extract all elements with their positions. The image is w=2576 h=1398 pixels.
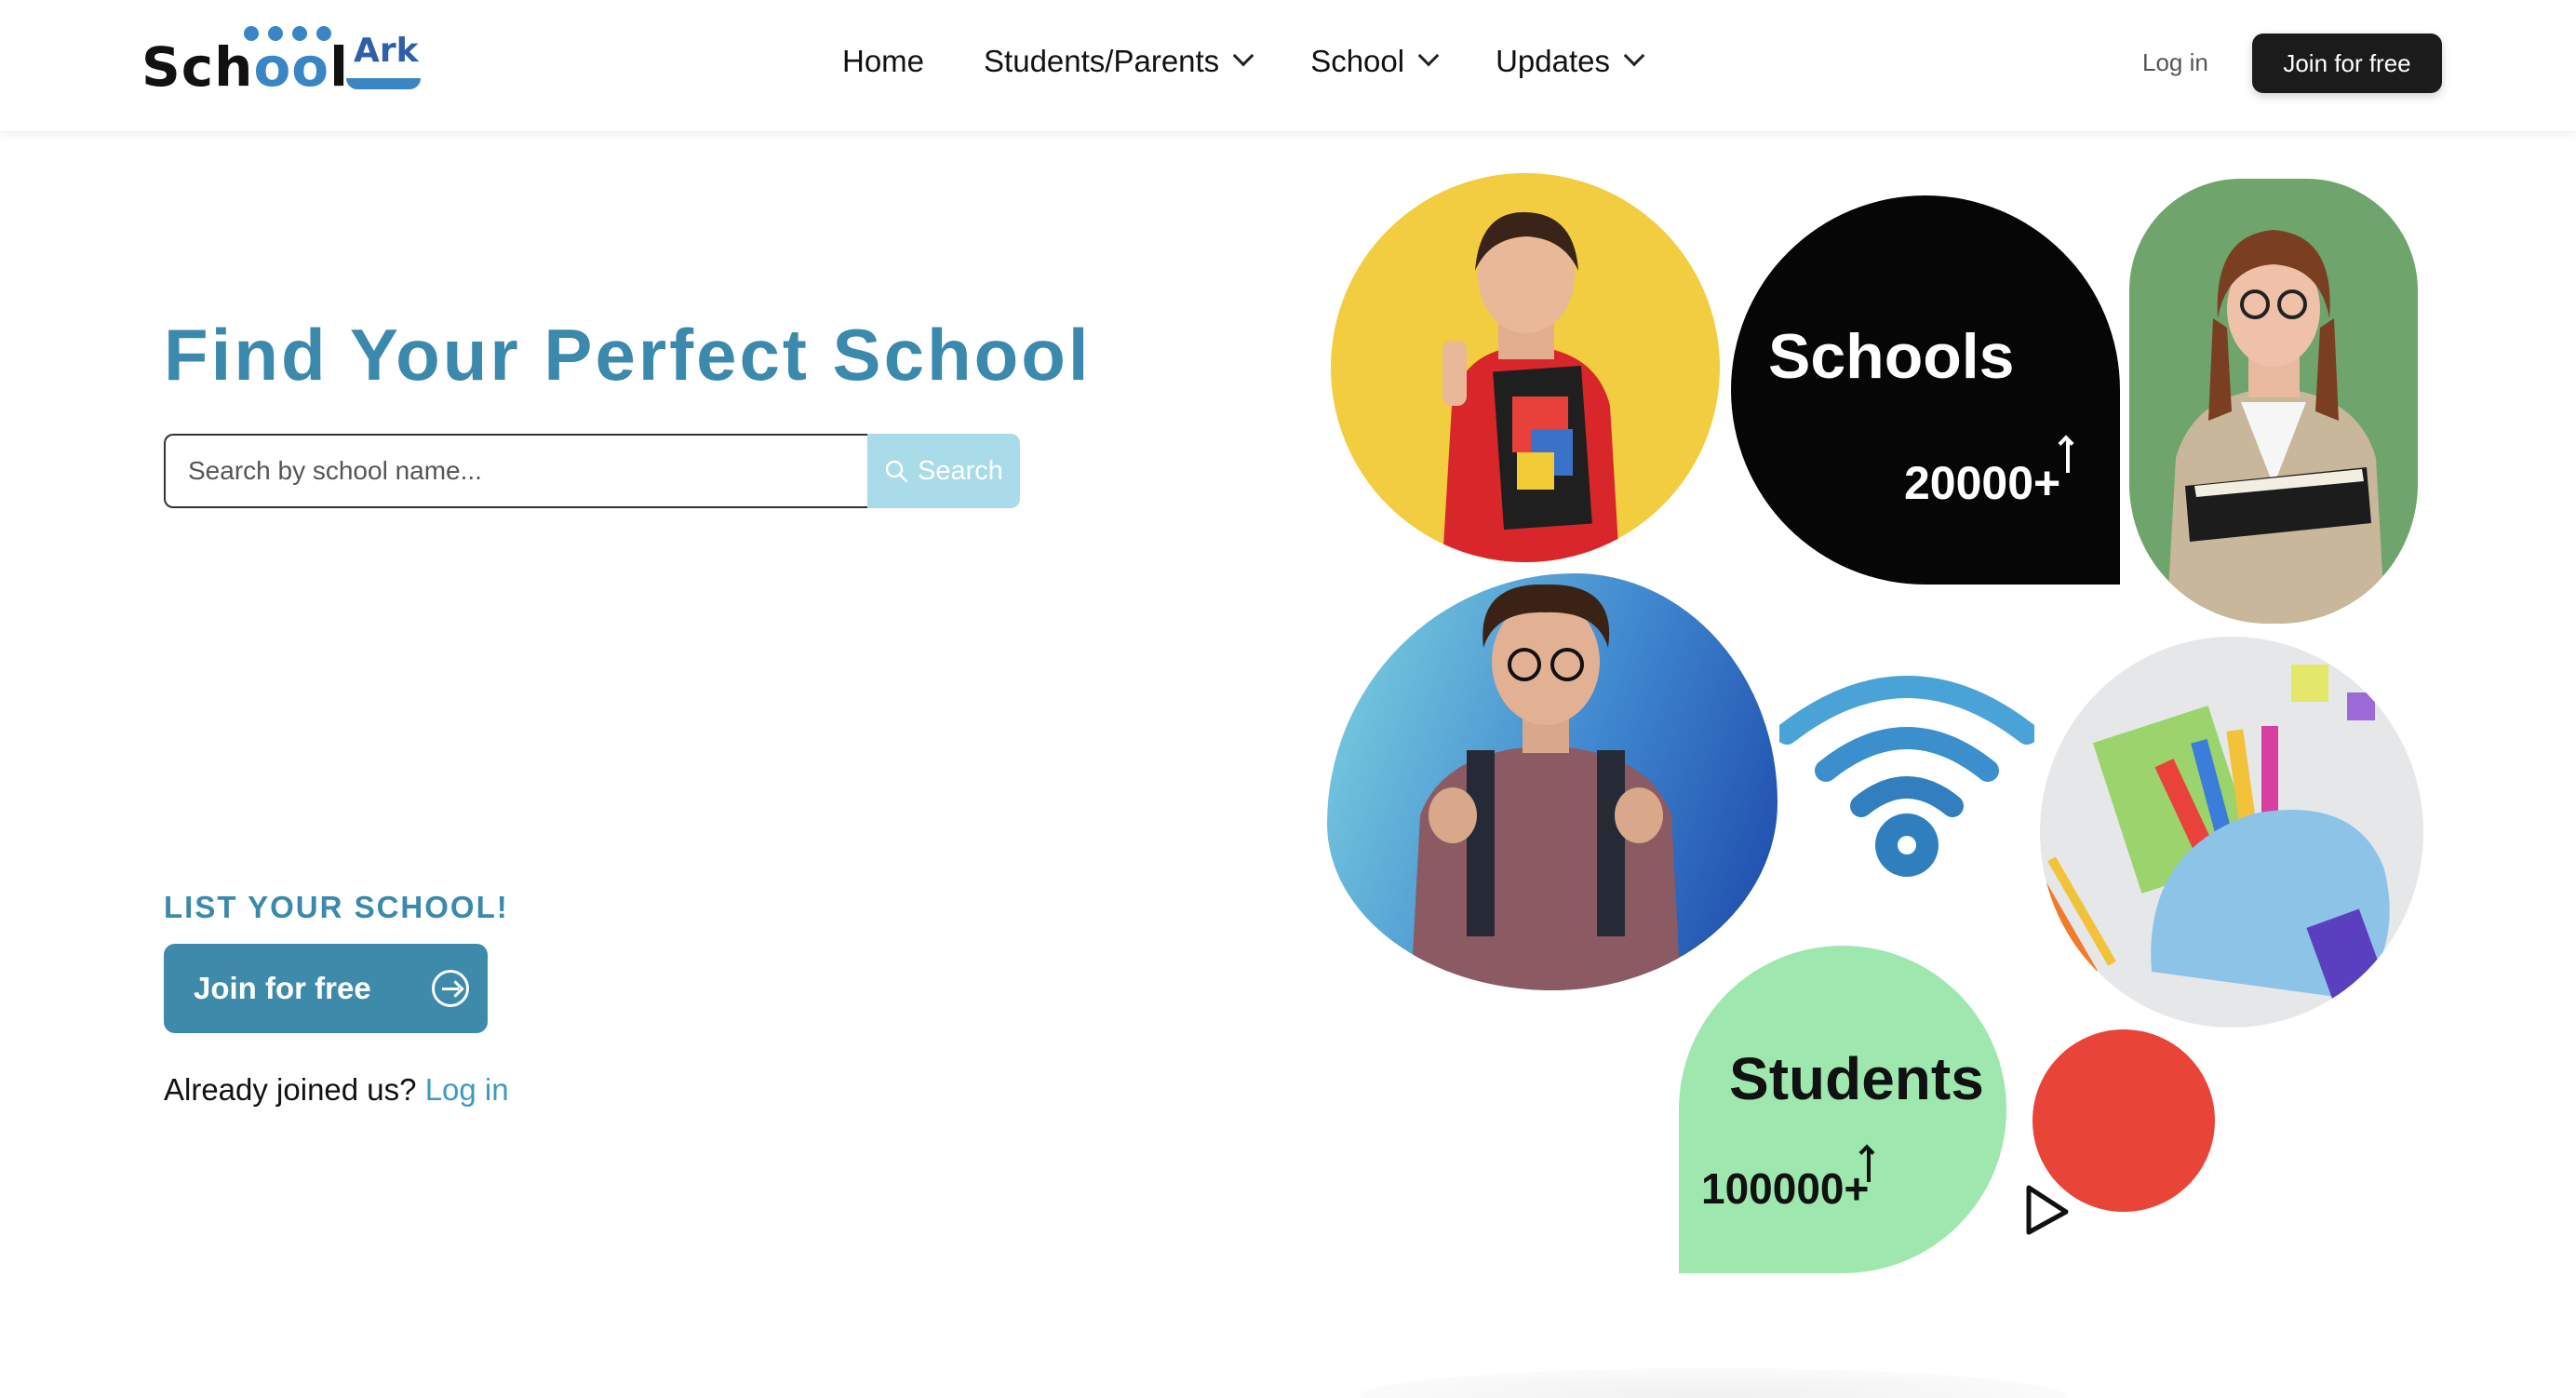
schoolark-logo[interactable]: School Ark xyxy=(141,26,421,101)
schools-stat-label: Schools xyxy=(1768,321,2015,392)
search-icon xyxy=(885,460,908,483)
school-search-bar: Search xyxy=(164,434,1020,508)
search-button-label: Search xyxy=(918,455,1003,486)
students-stat-count: 100000+ xyxy=(1701,1164,1870,1213)
schools-stat-count: 20000+ xyxy=(1904,457,2061,509)
bottom-shadow xyxy=(1359,1368,2066,1398)
teacher-photo xyxy=(2129,179,2418,624)
logo-wordmark: School xyxy=(141,35,350,99)
search-button[interactable]: Search xyxy=(867,434,1020,508)
logo-ark-text: Ark xyxy=(354,32,419,70)
chevron-down-icon xyxy=(1232,45,1254,67)
chevron-down-icon xyxy=(1417,45,1440,67)
join-button-label: Join for free xyxy=(194,971,371,1005)
logo-swoosh xyxy=(346,78,421,89)
student-boy-photo xyxy=(1327,573,1778,990)
main-nav: Home Students/Parents School Updates xyxy=(842,41,1701,82)
hero-login-link[interactable]: Log in xyxy=(425,1072,509,1107)
already-joined-text: Already joined us? Log in xyxy=(164,1072,509,1108)
join-for-free-button[interactable]: Join for free xyxy=(164,944,488,1033)
arrow-right-circle-icon xyxy=(432,970,469,1007)
nav-home[interactable]: Home xyxy=(842,44,924,79)
nav-students-parents[interactable]: Students/Parents xyxy=(984,44,1254,79)
list-school-heading: LIST YOUR SCHOOL! xyxy=(164,890,509,924)
student-girl-photo xyxy=(1331,173,1720,562)
arrow-up-icon xyxy=(2066,439,2070,473)
top-navbar: School Ark Home Students/Parents School … xyxy=(0,0,2576,132)
chevron-down-icon xyxy=(1623,45,1645,67)
hero-title: Find Your Perfect School xyxy=(164,314,1092,396)
school-supplies-photo xyxy=(2040,637,2423,1028)
students-stat-label: Students xyxy=(1729,1045,1984,1112)
header-join-button[interactable]: Join for free xyxy=(2252,34,2442,93)
header-login-link[interactable]: Log in xyxy=(2142,48,2208,77)
school-search-input[interactable] xyxy=(164,434,867,508)
cursor-pointer-icon xyxy=(2026,1185,2069,1235)
arrow-up-icon xyxy=(1867,1149,1871,1182)
nav-updates[interactable]: Updates xyxy=(1496,44,1645,79)
already-joined-label: Already joined us? xyxy=(164,1072,417,1107)
nav-school[interactable]: School xyxy=(1310,44,1440,79)
wifi-icon xyxy=(1779,676,2034,877)
